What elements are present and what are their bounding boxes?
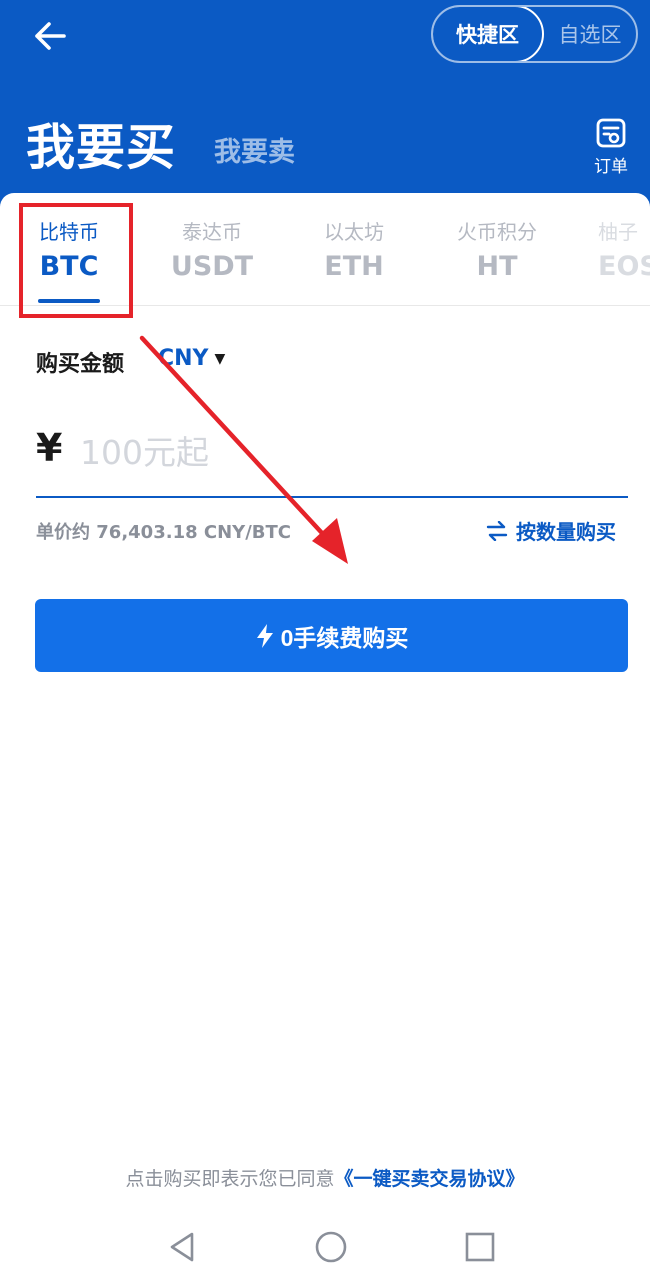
coin-tab-cn: 火币积分 <box>457 220 537 244</box>
coin-tab-symbol: EOS <box>598 251 650 282</box>
circle-home-icon <box>315 1231 347 1263</box>
header-bar: 快捷区 自选区 我要买 我要卖 订单 <box>0 0 650 210</box>
tab-quick-zone[interactable]: 快捷区 <box>433 7 544 61</box>
buy-by-quantity-label: 按数量购买 <box>516 520 616 544</box>
buy-button-label: 0手续费购买 <box>280 624 409 651</box>
tab-sell[interactable]: 我要卖 <box>214 130 295 169</box>
nav-back-button[interactable] <box>163 1228 203 1268</box>
coin-tab-btc[interactable]: 比特币 BTC <box>9 216 129 282</box>
coin-tab-symbol: BTC <box>39 251 99 282</box>
coin-tab-symbol: HT <box>476 251 518 282</box>
coin-tab-cn: 比特币 <box>39 220 99 244</box>
square-recents-icon <box>465 1232 495 1262</box>
tab-buy[interactable]: 我要买 <box>26 108 176 179</box>
caret-down-icon: ▼ <box>214 350 226 367</box>
coin-tab-symbol: ETH <box>324 251 384 282</box>
back-arrow-icon <box>35 22 66 50</box>
zone-toggle: 快捷区 自选区 <box>431 5 638 63</box>
unit-price: 单价约 76,403.18 CNY/BTC <box>36 522 291 543</box>
back-button[interactable] <box>28 14 72 58</box>
coin-tab-cn: 以太坊 <box>324 220 384 244</box>
coin-tab-symbol: USDT <box>170 251 254 282</box>
orders-label: 订单 <box>594 157 628 177</box>
coin-tab-usdt[interactable]: 泰达币 USDT <box>152 216 272 282</box>
currency-value: CNY <box>158 346 209 371</box>
amount-input[interactable] <box>80 424 620 480</box>
tab-watchlist-zone[interactable]: 自选区 <box>544 7 636 61</box>
coin-tab-eth[interactable]: 以太坊 ETH <box>294 216 414 282</box>
input-underline <box>36 496 628 498</box>
nav-recents-button[interactable] <box>460 1228 500 1268</box>
amount-label: 购买金额 <box>36 352 125 377</box>
system-nav-bar <box>0 1218 650 1272</box>
nav-home-button[interactable] <box>311 1228 351 1268</box>
triangle-back-icon <box>170 1232 194 1262</box>
coin-tabs: 比特币 BTC 泰达币 USDT 以太坊 ETH 火币积分 HT 柚子 EOS <box>0 200 650 306</box>
orders-button[interactable]: 订单 <box>588 118 634 178</box>
agreement-prefix: 点击购买即表示您已同意 <box>125 1168 335 1190</box>
buy-by-quantity-link[interactable]: 按数量购买 <box>486 516 616 545</box>
coin-tab-ht[interactable]: 火币积分 HT <box>437 216 557 282</box>
buy-button[interactable]: 0手续费购买 <box>35 599 628 672</box>
agreement-text: 点击购买即表示您已同意《一键买卖交易协议》 <box>0 1164 650 1191</box>
coin-tab-eos[interactable]: 柚子 EOS <box>598 216 650 282</box>
coin-tab-cn: 柚子 <box>598 220 638 244</box>
swap-icon <box>486 520 508 541</box>
active-tab-indicator <box>38 299 100 303</box>
agreement-link[interactable]: 《一键买卖交易协议》 <box>335 1168 525 1190</box>
lightning-icon <box>255 623 275 649</box>
currency-select[interactable]: CNY ▼ <box>158 346 225 371</box>
orders-icon <box>596 118 626 148</box>
coin-tab-cn: 泰达币 <box>182 220 242 244</box>
currency-symbol: ¥ <box>36 426 63 470</box>
